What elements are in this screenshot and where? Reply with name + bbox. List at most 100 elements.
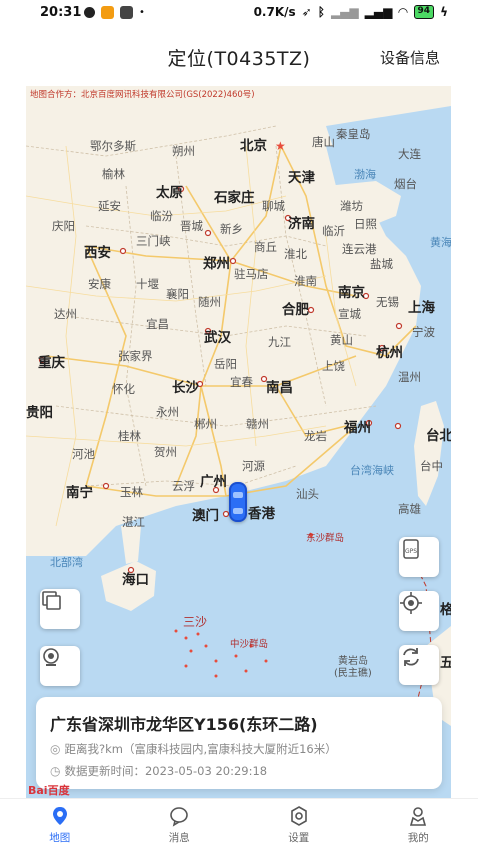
map-label: 郴州 bbox=[194, 417, 217, 431]
nav-label-messages: 消息 bbox=[168, 832, 190, 844]
map-label: 郑州 bbox=[203, 256, 230, 272]
map-label: 中沙群岛 bbox=[230, 639, 269, 650]
location-icon: ➶ bbox=[301, 5, 312, 19]
map-label: 临汾 bbox=[150, 209, 173, 223]
layers-button[interactable] bbox=[40, 589, 80, 629]
map-label: 台湾海峡 bbox=[350, 464, 394, 477]
signal-icon-2: ▂▄▆ bbox=[364, 5, 393, 19]
map-label: 上饶 bbox=[322, 359, 345, 373]
map-label: 日照 bbox=[354, 217, 377, 231]
map-label: 贺州 bbox=[154, 445, 177, 459]
nav-tab-messages[interactable]: 消息 bbox=[120, 799, 240, 850]
map-label: 襄阳 bbox=[166, 287, 189, 301]
map-label: 北部湾 bbox=[50, 556, 83, 569]
map-label: 九江 bbox=[268, 335, 291, 349]
status-app-icons: • bbox=[84, 6, 145, 19]
map-label: 云浮 bbox=[172, 479, 195, 493]
device-marker[interactable] bbox=[229, 482, 247, 522]
map-label: 永州 bbox=[156, 405, 179, 419]
distance-text: 距离我?km（富康科技园内,富康科技大厦附近16米） bbox=[64, 742, 337, 756]
map-label: 杭州 bbox=[376, 345, 403, 361]
map-label: 太原 bbox=[156, 185, 183, 201]
map-label: 海口 bbox=[122, 572, 149, 588]
map-label: 黄山 bbox=[330, 333, 353, 347]
map-label: 香港 bbox=[248, 506, 275, 522]
clock-icon: ◷ bbox=[50, 764, 61, 778]
battery-icon: 94 bbox=[413, 5, 435, 19]
map-label: 达州 bbox=[54, 307, 77, 321]
map-label: 潍坊 bbox=[340, 199, 363, 213]
nav-label-settings: 设置 bbox=[288, 832, 310, 844]
map-label: 宣城 bbox=[338, 307, 361, 321]
layers-icon bbox=[42, 591, 61, 610]
map-label: 天津 bbox=[288, 170, 315, 186]
signal-icon: ▂▄▆ bbox=[330, 5, 359, 19]
map-label: 南京 bbox=[338, 285, 365, 301]
map-view[interactable]: ★ 地图合作方：北京百度网讯科技有限公司(GS(2022)460号) 北京 天津… bbox=[26, 86, 451, 798]
device-info-button[interactable]: 设备信息 bbox=[380, 47, 440, 68]
gps-mode-button[interactable]: GPS bbox=[399, 537, 439, 577]
map-label: 桂林 bbox=[118, 429, 141, 443]
refresh-button[interactable] bbox=[399, 645, 439, 685]
app-orange-icon bbox=[101, 6, 114, 19]
map-label: 河池 bbox=[72, 447, 95, 461]
map-label: 大连 bbox=[398, 147, 421, 161]
map-label: 新乡 bbox=[220, 222, 243, 236]
map-label: 福州 bbox=[344, 420, 371, 436]
map-label: 重庆 bbox=[38, 355, 65, 371]
map-label: 广州 bbox=[200, 474, 227, 490]
map-label: 河源 bbox=[242, 459, 265, 473]
map-label: 榆林 bbox=[102, 167, 125, 181]
status-right: 0.7K/s ➶ ᛒ ▂▄▆ ▂▄▆ ◠ 94 ϟ bbox=[254, 5, 448, 19]
map-label: 聊城 bbox=[262, 199, 285, 213]
status-time: 20:31 bbox=[40, 5, 82, 20]
crosshair-icon bbox=[400, 592, 422, 614]
bluetooth-icon: ᛒ bbox=[317, 5, 325, 19]
gear-icon bbox=[290, 806, 307, 826]
user-icon bbox=[410, 807, 427, 826]
map-label: 唐山 bbox=[312, 135, 335, 149]
map-label: 烟台 bbox=[394, 177, 417, 191]
map-label: 长沙 bbox=[172, 380, 199, 396]
map-label: 淮北 bbox=[284, 247, 307, 261]
map-label: 宁波 bbox=[412, 325, 435, 339]
camera-icon bbox=[43, 648, 59, 666]
wifi-icon: ◠ bbox=[398, 5, 408, 19]
car-icon bbox=[233, 492, 243, 498]
map-label: 贵阳 bbox=[26, 405, 53, 421]
map-label: 东沙群岛 bbox=[306, 533, 345, 544]
locate-me-button[interactable] bbox=[399, 591, 439, 631]
map-label: 赣州 bbox=[246, 417, 269, 431]
pin-icon: ◎ bbox=[50, 742, 61, 756]
map-label: 秦皇岛 bbox=[336, 127, 371, 141]
header: 定位(T0435TZ) 设备信息 bbox=[0, 36, 478, 80]
nav-tab-profile[interactable]: 我的 bbox=[359, 799, 478, 850]
baidu-logo: Bai百度 bbox=[28, 784, 70, 797]
nav-tab-map[interactable]: 地图 bbox=[0, 799, 120, 850]
map-label: 张家界 bbox=[118, 349, 153, 363]
map-label: 济南 bbox=[288, 216, 315, 232]
map-label: 格 bbox=[440, 602, 451, 618]
map-label: 五 bbox=[440, 655, 451, 671]
map-credit: 地图合作方：北京百度网讯科技有限公司(GS(2022)460号) bbox=[30, 90, 255, 100]
map-label: 延安 bbox=[98, 199, 121, 213]
map-label: 台北 bbox=[426, 428, 451, 444]
update-time-text: 数据更新时间：2023-05-03 20:29:18 bbox=[64, 764, 268, 778]
nav-label-profile: 我的 bbox=[407, 832, 429, 844]
map-label: 晋城 bbox=[180, 219, 203, 233]
map-label: (民主礁) bbox=[334, 668, 372, 679]
map-label: 黄海 bbox=[430, 236, 451, 249]
map-label: 宜春 bbox=[230, 375, 253, 389]
gps-icon: GPS bbox=[403, 539, 419, 559]
map-label: 朔州 bbox=[172, 144, 195, 158]
map-label: 合肥 bbox=[282, 302, 309, 318]
street-view-button[interactable] bbox=[40, 646, 80, 686]
nav-label-map: 地图 bbox=[49, 832, 71, 844]
map-label: 盐城 bbox=[370, 257, 393, 271]
refresh-icon bbox=[403, 648, 419, 666]
map-label: 上海 bbox=[408, 300, 435, 316]
map-label: 岳阳 bbox=[214, 357, 237, 371]
map-label: 十堰 bbox=[136, 277, 159, 291]
map-label: 宜昌 bbox=[146, 317, 169, 331]
nav-tab-settings[interactable]: 设置 bbox=[239, 799, 359, 850]
